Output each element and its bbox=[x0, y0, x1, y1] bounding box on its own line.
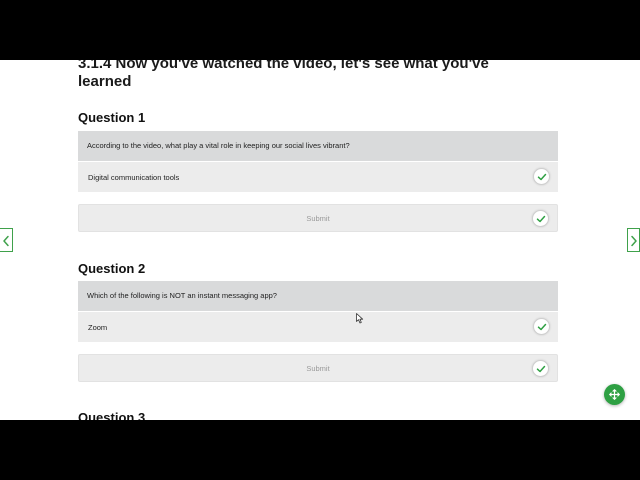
checkmark-icon bbox=[532, 210, 549, 227]
question-1-answer-text: Digital communication tools bbox=[88, 173, 180, 182]
mouse-cursor-icon bbox=[356, 313, 364, 324]
question-2-answer-option[interactable]: Zoom bbox=[78, 312, 558, 342]
top-black-bar bbox=[0, 0, 640, 60]
checkmark-icon bbox=[532, 360, 549, 377]
bottom-black-bar bbox=[0, 420, 640, 480]
question-2-submit-button[interactable]: Submit bbox=[78, 354, 558, 382]
chevron-left-icon bbox=[3, 235, 9, 247]
question-2-answer-text: Zoom bbox=[88, 323, 108, 332]
chevron-right-icon bbox=[631, 235, 637, 247]
question-3-title: Question 3 bbox=[78, 410, 146, 420]
question-2-prompt-text: Which of the following is NOT an instant… bbox=[87, 291, 277, 300]
checkmark-icon bbox=[533, 168, 550, 185]
checkmark-icon bbox=[533, 318, 550, 335]
previous-page-button[interactable] bbox=[0, 228, 13, 252]
question-1-submit-button[interactable]: Submit bbox=[78, 204, 558, 232]
question-1-title: Question 1 bbox=[78, 110, 146, 125]
question-1-answer-option[interactable]: Digital communication tools bbox=[78, 162, 558, 192]
lesson-content: 3.1.4 Now you've watched the video, let'… bbox=[0, 60, 640, 420]
question-1-prompt-text: According to the video, what play a vita… bbox=[87, 141, 350, 150]
next-page-button[interactable] bbox=[627, 228, 640, 252]
question-2-title: Question 2 bbox=[78, 261, 146, 276]
question-1-prompt: According to the video, what play a vita… bbox=[78, 131, 558, 161]
page-title: 3.1.4 Now you've watched the video, let'… bbox=[78, 60, 489, 90]
expand-button[interactable] bbox=[604, 384, 625, 405]
submit-label: Submit bbox=[306, 364, 330, 373]
expand-icon bbox=[609, 389, 620, 400]
submit-label: Submit bbox=[306, 214, 330, 223]
question-2-prompt: Which of the following is NOT an instant… bbox=[78, 281, 558, 311]
